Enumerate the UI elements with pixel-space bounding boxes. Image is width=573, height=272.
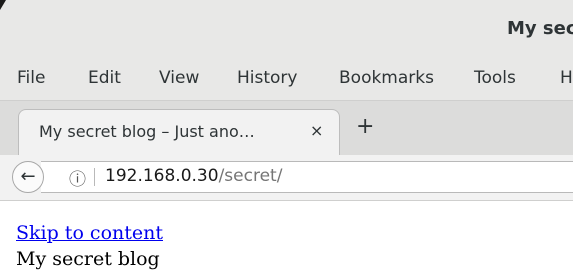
- skip-to-content-link[interactable]: Skip to content: [16, 220, 163, 246]
- info-icon[interactable]: ⓘ: [69, 165, 86, 190]
- tab-title: My secret blog – Just ano…: [39, 122, 255, 141]
- url-path: /secret/: [218, 166, 283, 186]
- menu-edit[interactable]: Edit: [88, 68, 121, 88]
- site-title: My secret blog: [16, 248, 160, 270]
- url-bar[interactable]: ⓘ 192.168.0.30/secret/: [41, 161, 573, 193]
- menu-file[interactable]: File: [17, 68, 45, 88]
- window-corner: [0, 0, 6, 10]
- back-button[interactable]: ←: [12, 161, 44, 193]
- menu-help[interactable]: H: [560, 68, 573, 88]
- url-host: 192.168.0.30: [105, 166, 219, 186]
- new-tab-button[interactable]: +: [356, 116, 374, 138]
- url-separator: [94, 168, 95, 186]
- tab-active[interactable]: My secret blog – Just ano… ×: [18, 109, 340, 157]
- back-arrow-icon: ←: [20, 166, 36, 187]
- menubar: File Edit View History Bookmarks Tools H: [0, 58, 573, 100]
- menu-bookmarks[interactable]: Bookmarks: [339, 68, 434, 88]
- window-titlebar: My sec: [0, 0, 573, 58]
- menu-tools[interactable]: Tools: [474, 68, 516, 88]
- menu-view[interactable]: View: [159, 68, 199, 88]
- page-content: Skip to content My secret blog: [16, 220, 163, 272]
- close-icon[interactable]: ×: [310, 121, 323, 140]
- navigation-bar: ⓘ 192.168.0.30/secret/ ←: [0, 155, 573, 201]
- url-text[interactable]: 192.168.0.30/secret/: [105, 166, 282, 186]
- window-title: My sec: [507, 18, 573, 39]
- tab-strip: My secret blog – Just ano… × +: [0, 100, 573, 157]
- menu-history[interactable]: History: [237, 68, 297, 88]
